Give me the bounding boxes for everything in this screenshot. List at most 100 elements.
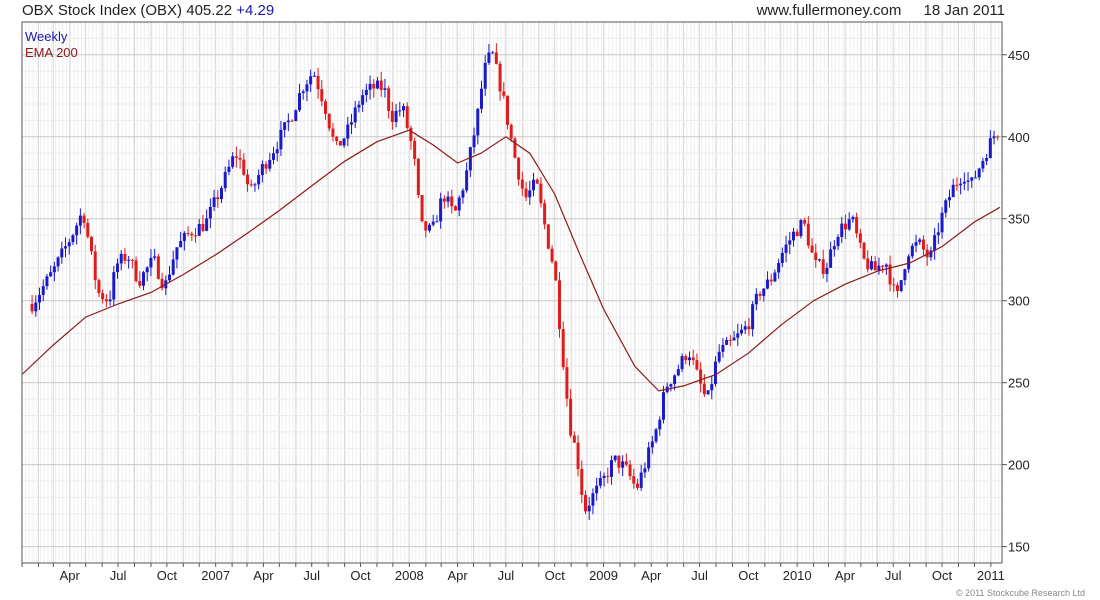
candle-down [691,357,695,361]
candle-up [179,240,183,248]
candle-up [205,218,209,231]
candle-down [855,216,859,234]
candle-up [260,163,264,176]
candle-up [56,257,60,267]
x-tick-label: Jul [303,568,320,583]
candle-down [535,179,539,184]
candle-down [453,206,457,211]
candle-up [472,135,476,148]
candle-up [736,333,740,338]
candle-up [461,190,465,198]
candle-down [138,281,142,286]
candle-down [843,223,847,230]
x-tick-label: Jul [498,568,515,583]
candle-down [331,128,335,137]
candle-down [82,215,86,223]
candle-up [743,326,747,330]
candle-down [550,248,554,262]
candle-down [502,91,506,96]
candle-up [717,351,721,362]
candle-up [127,259,131,261]
candle-up [368,83,372,90]
candle-down [190,233,194,236]
candle-down [238,157,242,160]
candle-up [182,232,186,241]
candle-up [220,188,224,200]
candle-down [93,251,97,281]
x-tick-label: 2011 [977,568,1005,583]
candle-down [338,141,342,146]
candle-up [877,265,881,271]
candle-down [130,259,134,261]
candle-up [487,52,491,63]
candle-down [323,101,327,114]
candle-down [695,360,699,370]
candle-up [357,104,361,108]
candle-down [520,179,524,189]
x-tick-label: 2009 [589,568,618,583]
candle-down [803,220,807,224]
candle-down [335,136,339,142]
candle-down [554,261,558,281]
candle-down [242,159,246,175]
grid [21,22,1002,563]
candle-up [944,200,948,213]
candle-up [981,160,985,169]
candle-down [509,124,513,139]
candle-up [658,419,662,430]
candle-up [706,390,710,395]
candle-up [669,384,673,387]
candle-up [884,264,888,267]
candle-up [869,261,873,270]
candle-up [725,339,729,345]
candle-down [580,468,584,495]
candle-down [747,326,751,330]
candle-down [513,138,517,158]
candle-down [895,285,899,291]
candle-up [41,286,45,296]
candle-up [643,468,647,473]
candle-up [212,197,216,207]
candle-up [283,122,287,130]
candle-up [349,122,353,125]
candle-up [479,88,483,109]
candle-up [791,231,795,241]
candle-down [881,265,885,267]
candle-up [305,84,309,92]
candle-up [676,369,680,376]
candle-down [416,158,420,196]
x-tick-label: Oct [932,568,953,583]
candle-up [721,344,725,352]
x-tick-label: Jul [885,568,902,583]
axes: 150 200 250 300 350 400 450 Apr Jul Oct 2007 Apr Jul… [21,48,1030,583]
candle-up [825,267,829,274]
candle-up [910,245,914,257]
candle-up [38,295,42,303]
candle-up [383,88,387,90]
candle-up [918,239,922,243]
x-tick-label: Oct [545,568,566,583]
candle-up [112,272,116,300]
candle-up [145,267,149,273]
candle-down [405,106,409,128]
x-tick-label: Apr [641,568,662,583]
candle-down [97,280,101,294]
candle-up [988,138,992,159]
candle-up [279,129,283,150]
candle-up [353,107,357,123]
candle-up [268,159,272,169]
candle-up [914,242,918,246]
candle-down [565,367,569,399]
candle-down [728,339,732,341]
copyright: © 2011 Stockcube Research Ltd [955,588,1085,598]
candle-up [780,252,784,263]
candle-up [595,485,599,494]
candle-up [762,288,766,296]
candle-down [561,329,565,368]
candle-up [431,221,435,225]
candle-down [86,222,90,237]
candle-up [465,170,469,191]
candle-down [996,136,1000,138]
candle-up [940,212,944,233]
candle-down [134,260,138,282]
